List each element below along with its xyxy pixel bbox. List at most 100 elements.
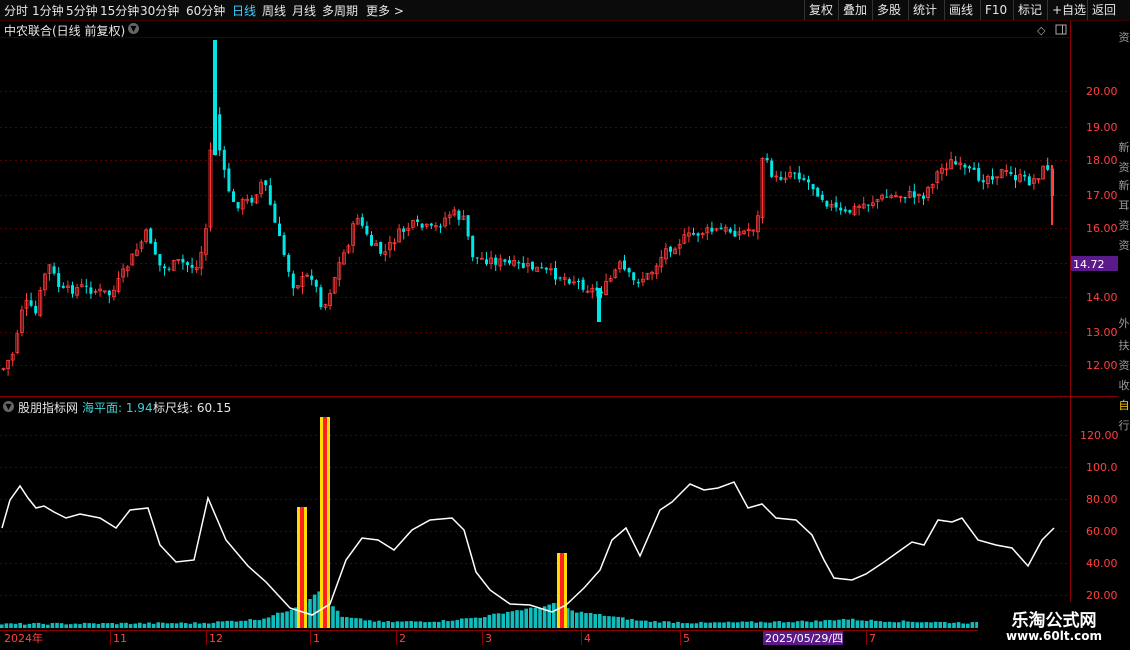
histogram-bar bbox=[524, 608, 528, 628]
ind-tick-80: 80.00 bbox=[1086, 493, 1118, 506]
histogram-bar bbox=[487, 614, 492, 628]
histogram-bar bbox=[55, 622, 59, 628]
histogram-bar bbox=[138, 622, 142, 628]
price-tick-13: 13.00 bbox=[1086, 326, 1118, 339]
candle-body bbox=[34, 305, 38, 314]
candle-body bbox=[494, 257, 498, 265]
histogram-bar bbox=[924, 622, 929, 628]
candle-body bbox=[521, 262, 525, 268]
histogram-bar bbox=[432, 621, 436, 628]
sea-level-label: 海平面: 1.94 bbox=[82, 401, 153, 415]
side-glyph-7[interactable]: 外 bbox=[1118, 318, 1130, 330]
histogram-bar bbox=[887, 621, 892, 628]
histogram-bar bbox=[446, 621, 450, 628]
side-glyph-1[interactable]: 新 bbox=[1118, 142, 1130, 154]
side-glyph-10[interactable]: 收 bbox=[1118, 380, 1130, 392]
candle-body bbox=[632, 272, 636, 281]
histogram-bar bbox=[349, 617, 354, 628]
histogram-bar bbox=[59, 623, 64, 628]
histogram-bar bbox=[211, 622, 216, 628]
candle-body bbox=[402, 228, 406, 232]
histogram-bar bbox=[768, 622, 772, 628]
candle-body bbox=[236, 202, 240, 209]
histogram-bar bbox=[386, 620, 390, 628]
candle-body bbox=[475, 257, 479, 259]
histogram-bar bbox=[41, 623, 45, 628]
histogram-bar bbox=[823, 620, 827, 628]
side-glyph-3[interactable]: 新 bbox=[1118, 180, 1130, 192]
candle-body bbox=[1009, 172, 1013, 175]
signal-bars bbox=[297, 417, 567, 628]
histogram-bar bbox=[662, 621, 666, 628]
histogram-bar bbox=[897, 622, 901, 628]
candle-body bbox=[636, 282, 640, 284]
histogram-bar bbox=[381, 622, 386, 628]
histogram-bar bbox=[464, 618, 469, 628]
histogram-bar bbox=[970, 622, 975, 628]
histogram-bar bbox=[501, 613, 505, 628]
histogram-bar bbox=[703, 622, 708, 628]
price-tick-19: 19.00 bbox=[1086, 121, 1118, 134]
side-glyph-11[interactable]: 自 bbox=[1118, 400, 1130, 412]
histogram-bar bbox=[372, 621, 377, 628]
candle-body bbox=[866, 204, 870, 206]
histogram-bar bbox=[92, 623, 96, 628]
candle-body bbox=[163, 266, 166, 269]
side-glyph-2[interactable]: 资 bbox=[1118, 162, 1130, 174]
indicator-histogram bbox=[0, 591, 979, 628]
histogram-bar bbox=[4, 623, 9, 628]
candle-body bbox=[597, 288, 601, 322]
side-glyph-9[interactable]: 资 bbox=[1118, 360, 1130, 372]
histogram-bar bbox=[78, 624, 82, 628]
diamond-icon[interactable]: ◇ bbox=[1037, 24, 1046, 37]
candle-body bbox=[61, 285, 65, 288]
histogram-bar bbox=[285, 611, 289, 628]
histogram-bar bbox=[956, 622, 961, 628]
histogram-bar bbox=[414, 621, 418, 628]
histogram-bar bbox=[404, 621, 409, 628]
histogram-bar bbox=[892, 622, 896, 628]
histogram-bar bbox=[32, 623, 36, 628]
side-glyph-6[interactable]: 资 bbox=[1118, 240, 1130, 252]
candle-body bbox=[1023, 174, 1027, 177]
histogram-bar bbox=[119, 622, 124, 628]
price-gridlines bbox=[0, 91, 1070, 366]
ind-tick-120: 120.00 bbox=[1080, 429, 1119, 442]
panel-toggle-icon[interactable] bbox=[1055, 24, 1067, 35]
candle-body bbox=[167, 268, 171, 270]
candle-body bbox=[153, 241, 157, 255]
candle-body bbox=[779, 176, 783, 180]
side-glyph-4[interactable]: 耳 bbox=[1118, 200, 1130, 212]
candle-body bbox=[485, 259, 488, 265]
histogram-bar bbox=[694, 623, 699, 628]
histogram-bar bbox=[418, 621, 423, 628]
candle-body bbox=[885, 196, 889, 198]
histogram-bar bbox=[782, 622, 786, 628]
side-glyph-12[interactable]: 行 bbox=[1118, 420, 1130, 432]
candle-body bbox=[457, 210, 461, 220]
chevron-down-icon[interactable]: ▼ bbox=[128, 23, 139, 34]
histogram-bar bbox=[630, 618, 634, 628]
candle-body bbox=[843, 209, 847, 212]
candle-body bbox=[89, 287, 93, 294]
histogram-bar bbox=[680, 623, 685, 628]
histogram-bar bbox=[607, 616, 611, 628]
histogram-bar bbox=[515, 610, 519, 628]
histogram-bar bbox=[335, 610, 340, 628]
candle-body bbox=[107, 290, 111, 296]
histogram-bar bbox=[519, 610, 524, 628]
side-glyph-5[interactable]: 资 bbox=[1118, 220, 1130, 232]
histogram-bar bbox=[179, 622, 183, 628]
side-glyph-8[interactable]: 扶 bbox=[1118, 340, 1130, 352]
price-tick-12: 12.00 bbox=[1086, 359, 1118, 372]
candle-body bbox=[57, 273, 61, 288]
indicator-chevron-down-icon[interactable]: ▼ bbox=[3, 401, 14, 412]
candle-body bbox=[508, 260, 511, 264]
histogram-bar bbox=[874, 620, 878, 628]
histogram-bar bbox=[634, 620, 639, 628]
candle-body bbox=[52, 266, 56, 274]
x-label-4: 4 bbox=[584, 632, 591, 645]
side-glyph-0[interactable]: 资 bbox=[1118, 32, 1130, 44]
histogram-bar bbox=[910, 621, 915, 628]
histogram-bar bbox=[87, 623, 91, 628]
